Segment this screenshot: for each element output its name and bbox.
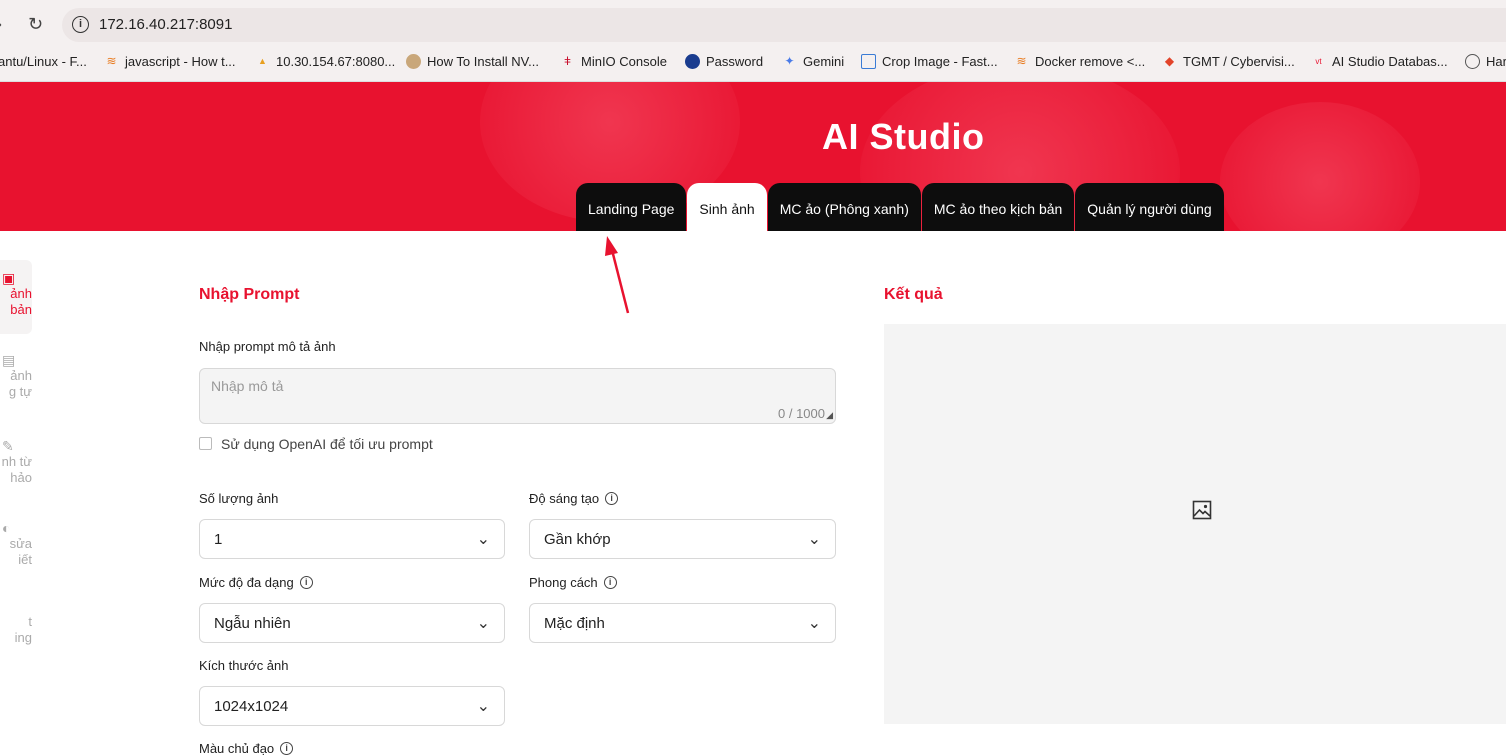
annotation-arrow	[605, 236, 630, 314]
